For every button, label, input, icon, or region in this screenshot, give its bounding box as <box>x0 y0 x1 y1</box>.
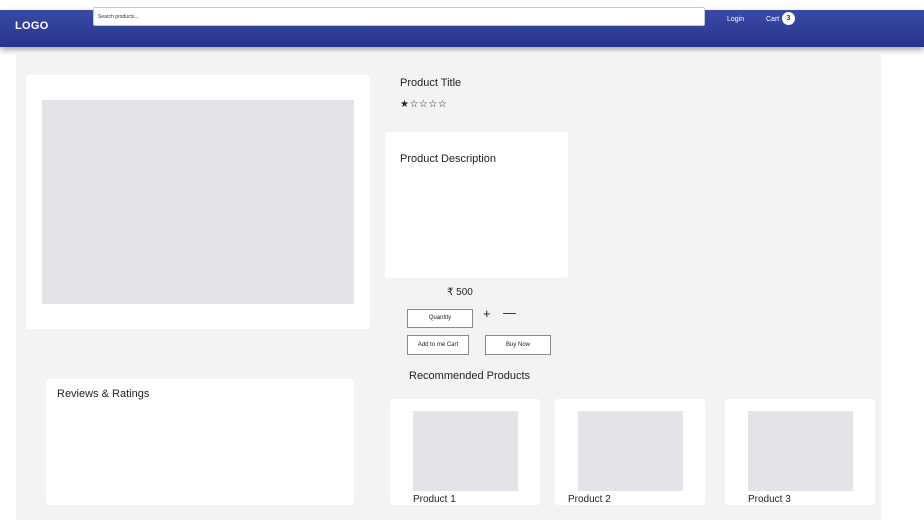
recommended-product-image <box>413 411 518 491</box>
recommended-products-heading: Recommended Products <box>409 370 531 382</box>
product-price: ₹ 500 <box>447 287 473 298</box>
recommended-product-image <box>748 411 853 491</box>
recommended-product-name: Product 3 <box>748 494 791 505</box>
main-content: Product Title ★☆☆☆☆ Product Description … <box>16 54 881 520</box>
product-title: Product Title <box>400 77 462 89</box>
cart-count-badge[interactable]: 3 <box>782 12 795 25</box>
quantity-field[interactable]: Quantity <box>407 309 473 328</box>
logo[interactable]: LOGO <box>15 20 49 32</box>
product-description-card: Product Description <box>385 132 568 278</box>
add-to-cart-button[interactable]: Add to me Cart <box>407 335 469 355</box>
login-link[interactable]: Login <box>727 16 744 23</box>
reviews-heading: Reviews & Ratings <box>57 388 150 400</box>
product-image-card <box>26 75 370 329</box>
page: LOGO Login Cart 3 Product Title ★☆☆☆☆ Pr… <box>0 0 924 520</box>
buy-now-button[interactable]: Buy Now <box>485 335 551 355</box>
product-image <box>42 100 354 304</box>
recommended-product-name: Product 1 <box>413 494 456 505</box>
recommended-product-card[interactable]: Product 1 <box>390 399 540 505</box>
search-input[interactable] <box>93 7 705 26</box>
quantity-increase-button[interactable]: + <box>483 306 491 321</box>
quantity-decrease-button[interactable]: — <box>503 305 516 320</box>
star-rating[interactable]: ★☆☆☆☆ <box>400 99 447 110</box>
reviews-card: Reviews & Ratings <box>46 379 354 505</box>
recommended-product-name: Product 2 <box>568 494 611 505</box>
recommended-product-image <box>578 411 683 491</box>
recommended-product-card[interactable]: Product 2 <box>555 399 705 505</box>
cart-link[interactable]: Cart <box>766 16 779 23</box>
recommended-product-card[interactable]: Product 3 <box>725 399 875 505</box>
product-description-label: Product Description <box>400 153 496 165</box>
